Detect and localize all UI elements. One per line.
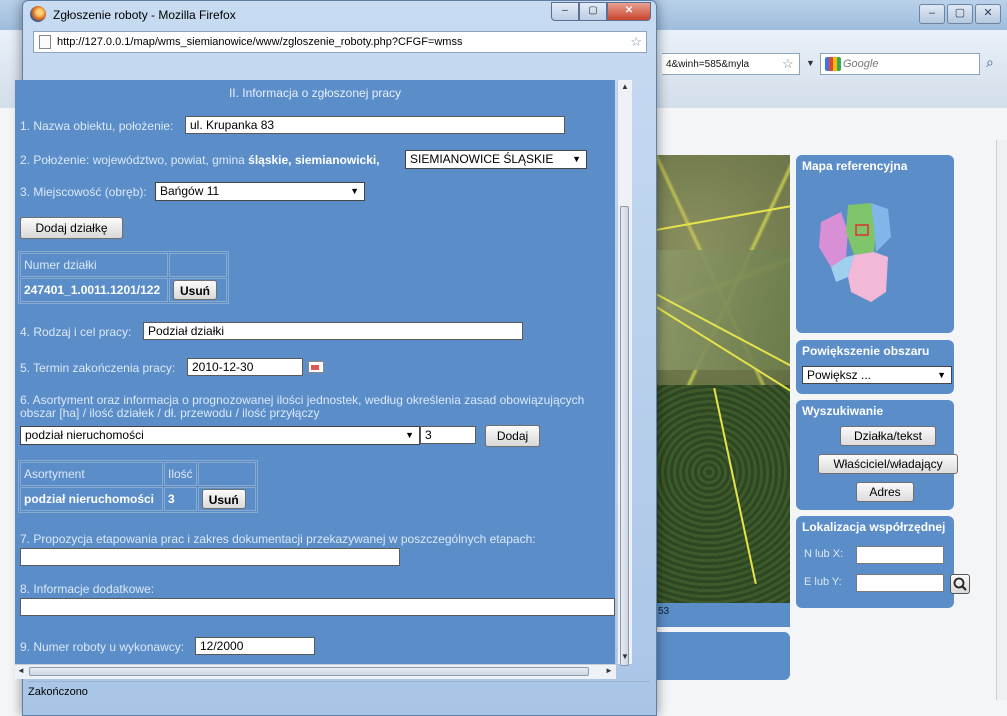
assortment-qty: 3	[164, 487, 197, 511]
search-placeholder: Google	[843, 58, 879, 70]
vertical-scroll-thumb[interactable]	[620, 206, 629, 666]
f9-label: 9. Numer roboty u wykonawcy:	[20, 640, 185, 654]
zoom-panel: Powiększenie obszaru Powiększ ... ▼	[796, 340, 954, 394]
assortment-select[interactable]: podział nieruchomości ▼	[20, 426, 420, 445]
coord-y-input[interactable]	[856, 574, 944, 592]
owner-search-button[interactable]: Właściciel/władający	[818, 454, 958, 474]
map-scale-text: 53	[658, 606, 670, 617]
calendar-icon[interactable]	[308, 361, 324, 373]
assortment-name: podział nieruchomości	[20, 487, 163, 511]
search-icon[interactable]: ⌕	[986, 54, 994, 71]
popup-vertical-scrollbar[interactable]: ▲ ▼	[617, 80, 632, 666]
url-dropdown-icon[interactable]: ▼	[806, 58, 815, 68]
chevron-down-icon: ▼	[937, 370, 946, 380]
search-panel-title: Wyszukiwanie	[802, 404, 884, 418]
popup-maximize-button[interactable]: ▢	[579, 2, 607, 21]
stages-input[interactable]	[20, 548, 400, 566]
firefox-icon	[30, 6, 46, 22]
page-icon	[39, 35, 51, 49]
google-icon	[825, 57, 841, 71]
work-type-input[interactable]: Podział działki	[143, 322, 523, 340]
coord-x-label: N lub X:	[804, 548, 844, 560]
coord-x-input[interactable]	[856, 546, 944, 564]
table-row: 247401_1.0011.1201/122 Usuń	[20, 278, 227, 302]
coordinates-panel: Lokalizacja współrzędnej N lub X: E lub …	[796, 516, 954, 608]
popup-title: Zgłoszenie roboty - Mozilla Firefox	[53, 8, 236, 22]
bookmark-star-icon[interactable]: ☆	[630, 32, 642, 52]
f6-label-line1: 6. Asortyment oraz informacja o prognozo…	[20, 393, 585, 407]
popup-horizontal-scrollbar[interactable]: ◄ ►	[15, 664, 616, 679]
quantity-input[interactable]: 3	[420, 426, 476, 444]
qty-col-header: Ilość	[164, 462, 197, 486]
f2-label: 2. Położenie: województwo, powiat, gmina…	[20, 153, 380, 167]
assortment-col-header: Asortyment	[20, 462, 163, 486]
address-search-button[interactable]: Adres	[856, 482, 914, 502]
reference-map-panel: Mapa referencyjna	[796, 155, 954, 333]
bookmark-star-icon[interactable]: ☆	[782, 56, 794, 72]
maximize-button[interactable]: ▢	[947, 4, 973, 24]
add-parcel-button[interactable]: Dodaj działkę	[20, 217, 123, 239]
popup-close-button[interactable]: ✕	[607, 2, 651, 21]
horizontal-scroll-thumb[interactable]	[29, 667, 589, 676]
remove-parcel-button[interactable]: Usuń	[173, 280, 217, 300]
zoom-title: Powiększenie obszaru	[802, 344, 930, 358]
object-name-input[interactable]: ul. Krupanka 83	[185, 116, 565, 134]
minimize-button[interactable]: –	[919, 4, 945, 24]
f5-label: 5. Termin zakończenia pracy:	[20, 361, 176, 375]
additional-info-input[interactable]	[20, 598, 615, 616]
table-row: podział nieruchomości 3 Usuń	[20, 487, 256, 511]
f6-label-line2: obszar [ha] / ilość działek / dł. przewo…	[20, 406, 320, 420]
coord-y-label: E lub Y:	[804, 576, 842, 588]
f7-label: 7. Propozycja etapowania prac i zakres d…	[20, 532, 536, 546]
map-view[interactable]	[655, 155, 790, 603]
f1-label: 1. Nazwa obiektu, położenie:	[20, 119, 174, 133]
locality-select[interactable]: Bańgów 11 ▼	[155, 182, 365, 201]
background-scrollbar[interactable]	[996, 140, 1007, 700]
parcel-table: Numer działki 247401_1.0011.1201/122 Usu…	[18, 251, 229, 304]
map-statusbar	[655, 603, 790, 627]
chevron-down-icon: ▼	[405, 430, 414, 440]
popup-url-text: http://127.0.0.1/map/wms_siemianowice/ww…	[57, 36, 463, 48]
popup-statusbar: Zakończono	[28, 681, 650, 702]
close-button[interactable]: ✕	[975, 4, 1001, 24]
coordinates-title: Lokalizacja współrzędnej	[802, 520, 946, 534]
search-panel: Wyszukiwanie Działka/tekst Właściciel/wł…	[796, 400, 958, 510]
f3-label: 3. Miejscowość (obręb):	[20, 185, 147, 199]
chevron-down-icon: ▼	[350, 186, 359, 196]
reference-map-image[interactable]	[816, 197, 896, 307]
form-content: II. Informacja o zgłoszonej pracy 1. Naz…	[15, 80, 615, 664]
coord-search-button[interactable]	[950, 574, 970, 594]
search-box[interactable]: Google	[820, 53, 980, 75]
add-assortment-button[interactable]: Dodaj	[485, 425, 540, 447]
parcel-search-button[interactable]: Działka/tekst	[840, 426, 936, 446]
scroll-up-icon[interactable]: ▲	[621, 82, 629, 91]
remove-assortment-button[interactable]: Usuń	[201, 489, 246, 509]
parcel-table-header: Numer działki	[20, 253, 168, 277]
chevron-down-icon: ▼	[572, 154, 581, 164]
parcel-number: 247401_1.0011.1201/122	[20, 278, 168, 302]
zoom-select[interactable]: Powiększ ... ▼	[802, 366, 952, 384]
popup-url-bar[interactable]: http://127.0.0.1/map/wms_siemianowice/ww…	[33, 31, 647, 53]
scroll-down-icon[interactable]: ▼	[621, 652, 629, 661]
f8-label: 8. Informacje dodatkowe:	[20, 582, 155, 596]
reference-map-title: Mapa referencyjna	[802, 159, 908, 173]
municipality-select[interactable]: SIEMIANOWICE ŚLĄSKIE ▼	[405, 150, 587, 169]
deadline-input[interactable]: 2010-12-30	[187, 358, 303, 376]
section-header: II. Informacja o zgłoszonej pracy	[228, 86, 402, 100]
scroll-right-icon[interactable]: ►	[605, 666, 613, 675]
background-url-bar[interactable]: 4&winh=585&myla	[662, 53, 800, 75]
magnifier-icon	[953, 577, 967, 591]
scroll-left-icon[interactable]: ◄	[17, 666, 25, 675]
f4-label: 4. Rodzaj i cel pracy:	[20, 325, 132, 339]
assortment-table: Asortyment Ilość podział nieruchomości 3 U…	[18, 460, 258, 513]
popup-minimize-button[interactable]: –	[551, 2, 579, 21]
map-lower-panel	[655, 632, 790, 680]
work-number-input[interactable]: 12/2000	[195, 637, 315, 655]
